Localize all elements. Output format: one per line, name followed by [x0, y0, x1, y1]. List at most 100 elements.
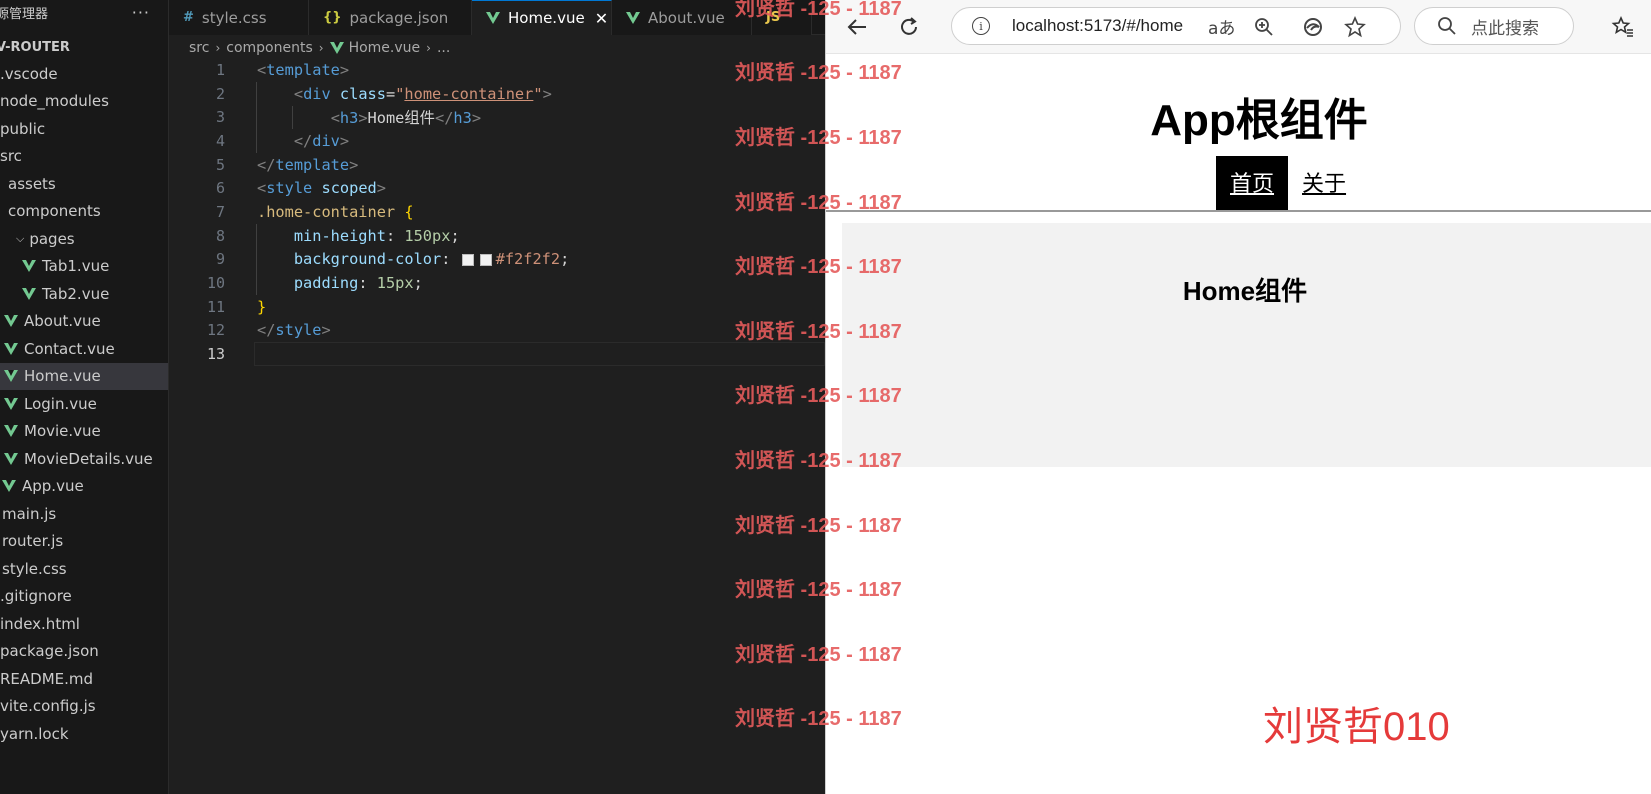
tree-item[interactable]: components [0, 198, 168, 226]
watermark-text: 刘贤哲 -125 - 1187 [735, 708, 902, 730]
browser-toolbar: i localhost:5173/#/home aあ 点此搜索 [826, 0, 1651, 54]
tree-item[interactable]: index.html [0, 610, 168, 638]
css-file-icon: # [183, 10, 194, 25]
tree-item[interactable]: .vscode [0, 60, 168, 88]
tree-item[interactable]: ⌵ pages [0, 225, 168, 253]
chevron-down-icon: ⌵ [16, 231, 25, 245]
tree-item-label: node_modules [0, 92, 109, 111]
search-box[interactable]: 点此搜索 [1414, 7, 1574, 45]
tree-item-label: App.vue [22, 477, 84, 496]
editor-tab[interactable]: {} package.json [309, 0, 472, 35]
tree-item[interactable]: node_modules [0, 88, 168, 116]
tree-item[interactable]: Tab2.vue [0, 280, 168, 308]
breadcrumb-item[interactable]: src [189, 40, 209, 56]
code-editor: # style.css {} package.json Home.vue ✕ About.v… [169, 0, 825, 794]
tree-item[interactable]: assets [0, 170, 168, 198]
browser-window: i localhost:5173/#/home aあ 点此搜索 App根组件 首… [825, 0, 1651, 794]
tree-item[interactable]: Login.vue [0, 390, 168, 418]
breadcrumb: src › components › Home.vue ›... [169, 37, 825, 59]
tree-item-label: Login.vue [24, 394, 97, 413]
breadcrumb-item[interactable]: ... [437, 40, 450, 56]
favorites-button[interactable] [1606, 10, 1640, 44]
editor-tab[interactable]: Home.vue ✕ [472, 0, 612, 35]
line-number: 3 [215, 108, 225, 127]
tab-label: package.json [349, 8, 449, 27]
code-line: 3 <h3>Home组件</h3> [169, 105, 825, 129]
watermark-text: 刘贤哲 -125 - 1187 [735, 385, 902, 407]
favorite-star-icon[interactable] [1344, 16, 1366, 38]
tree-item-label: Tab2.vue [42, 284, 110, 303]
tree-item[interactable]: main.js [0, 500, 168, 528]
vue-file-icon [486, 12, 500, 24]
tree-item[interactable]: Movie.vue [0, 418, 168, 446]
breadcrumb-item[interactable]: Home.vue [349, 40, 421, 56]
tree-item[interactable]: MovieDetails.vue [0, 445, 168, 473]
nav-link-about[interactable]: 关于 [1288, 156, 1360, 212]
watermark-text: 刘贤哲 -125 - 1187 [735, 192, 902, 214]
tree-item-label: Tab1.vue [42, 257, 110, 276]
tree-item-label: pages [29, 229, 75, 248]
tree-item[interactable]: vite.config.js [0, 693, 168, 721]
color-swatch[interactable] [461, 253, 474, 266]
editor-tab[interactable]: # style.css [169, 0, 309, 35]
edge-icon[interactable] [1302, 16, 1324, 38]
site-info-icon[interactable]: i [972, 17, 990, 35]
line-number: 12 [206, 321, 225, 340]
tree-item[interactable]: router.js [0, 528, 168, 556]
tree-item-label: style.css [2, 559, 67, 578]
watermark-text: 刘贤哲 -125 - 1187 [735, 579, 902, 601]
url-text[interactable]: localhost:5173/#/home [1012, 16, 1183, 36]
tree-item-label: package.json [0, 642, 99, 661]
tab-label: style.css [201, 8, 267, 27]
tree-item-label: Contact.vue [24, 339, 115, 358]
tree-item-label: assets [8, 174, 56, 193]
editor-tabs: # style.css {} package.json Home.vue ✕ About.v… [169, 0, 825, 35]
tree-item[interactable]: yarn.lock [0, 720, 168, 748]
app-title: App根组件 [1150, 96, 1368, 145]
line-number: 9 [215, 250, 225, 269]
nav-link-home[interactable]: 首页 [1216, 156, 1289, 212]
tree-item[interactable]: Tab1.vue [0, 253, 168, 281]
tree-item[interactable]: README.md [0, 665, 168, 693]
line-number: 11 [206, 297, 225, 316]
tree-item[interactable]: Home.vue [0, 362, 168, 390]
favorites-list-icon [1611, 16, 1633, 37]
code-line: 12 </style> [169, 319, 825, 343]
vue-file-icon [4, 425, 18, 438]
tree-item[interactable]: .gitignore [0, 583, 168, 611]
json-file-icon: {} [323, 10, 342, 25]
color-swatch[interactable] [479, 253, 492, 266]
address-bar[interactable]: i localhost:5173/#/home aあ [951, 7, 1401, 45]
tab-label: About.vue [648, 8, 725, 27]
close-icon[interactable]: ✕ [595, 9, 608, 28]
tree-item[interactable]: package.json [0, 638, 168, 666]
tree-item[interactable]: public [0, 115, 168, 143]
tree-item[interactable]: App.vue [0, 473, 168, 501]
explorer-header: 源管理器 ··· [0, 0, 168, 24]
search-icon [1438, 17, 1456, 35]
code-line: 4 </div> [169, 129, 825, 153]
watermark-text: 刘贤哲 -125 - 1187 [735, 62, 902, 84]
chevron-right-icon: › [426, 41, 431, 55]
code-line: 5 </template> [169, 153, 825, 177]
watermark-text: 刘贤哲 -125 - 1187 [735, 450, 902, 472]
more-actions-icon[interactable]: ··· [132, 3, 150, 22]
code-area[interactable]: 1 <template> 2 <div class="home-containe… [169, 58, 825, 366]
tree-item[interactable]: Contact.vue [0, 335, 168, 363]
tree-item-label: README.md [0, 669, 94, 688]
home-container [842, 223, 1651, 467]
vue-file-icon [4, 315, 18, 328]
tree-item[interactable]: src [0, 143, 168, 171]
code-line-current: 13 [169, 342, 825, 366]
editor-tab[interactable]: About.vue [612, 0, 752, 35]
project-root-folder[interactable]: V-ROUTER [0, 34, 168, 60]
line-number: 7 [215, 202, 225, 221]
zoom-icon[interactable] [1254, 17, 1274, 37]
code-line: 1 <template> [169, 58, 825, 82]
tree-item-label: index.html [0, 614, 80, 633]
breadcrumb-item[interactable]: components [226, 40, 313, 56]
read-aloud-icon[interactable]: aあ [1208, 14, 1235, 39]
explorer-sidebar: 源管理器 ··· V-ROUTER .vscode node_modulespub… [0, 0, 169, 794]
tree-item[interactable]: style.css [0, 555, 168, 583]
tree-item[interactable]: About.vue [0, 308, 168, 336]
